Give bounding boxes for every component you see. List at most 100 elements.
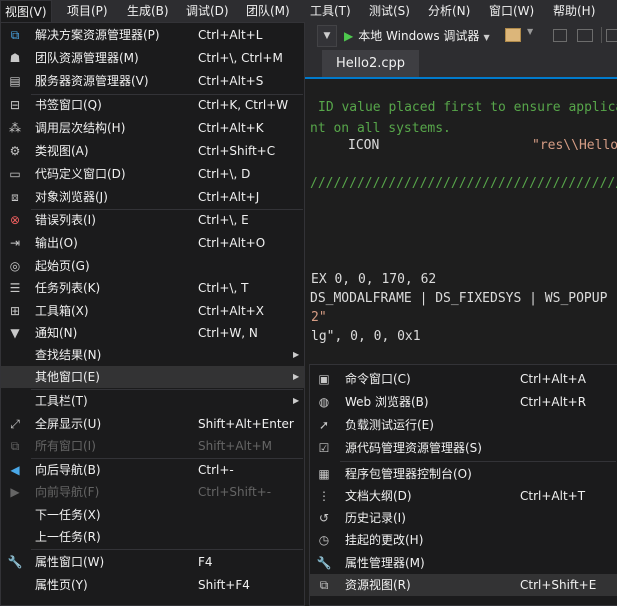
call-hierarchy-icon: ⁂ — [9, 121, 21, 135]
other-windows-submenu: ▣ 命令窗口(C) Ctrl+Alt+A ◍ Web 浏览器(B) Ctrl+A… — [309, 364, 617, 606]
notification-icon: ▼ — [10, 326, 20, 340]
code-line: 2" — [311, 310, 327, 325]
menu-item-output[interactable]: ⇥ 输出(O) Ctrl+Alt+O — [1, 232, 304, 254]
submenu-item-document-outline[interactable]: ⋮ 文档大纲(D) Ctrl+Alt+T — [310, 485, 617, 507]
menu-item-start-page[interactable]: ◎ 起始页(G) — [1, 255, 304, 277]
menu-item-all-windows: ⧉ 所有窗口(I) Shift+Alt+M — [1, 435, 304, 457]
navigate-forward-icon: ▶ — [10, 485, 20, 499]
history-icon: ↺ — [318, 511, 330, 525]
class-view-icon: ⚙ — [9, 144, 21, 158]
chevron-right-icon: ▶ — [293, 372, 300, 381]
pending-changes-icon: ◷ — [318, 533, 330, 547]
submenu-item-load-test[interactable]: ➚ 负载测试运行(E) — [310, 414, 617, 436]
toolbox-icon: ⊞ — [9, 304, 21, 318]
menu-item-previous-task[interactable]: 上一任务(R) — [1, 526, 304, 548]
load-test-icon: ➚ — [318, 418, 330, 432]
menu-separator — [340, 461, 616, 462]
code-line: DS_MODALFRAME | DS_FIXEDSYS | WS_POPUP | — [310, 291, 617, 306]
menu-help[interactable]: 帮助(H) — [549, 0, 599, 22]
code-line: ICON — [348, 138, 380, 153]
error-list-icon: ⊗ — [9, 213, 21, 227]
code-line: ////////////////////////////////////////… — [310, 176, 617, 191]
view-menu-dropdown: ⧉ 解决方案资源管理器(P) Ctrl+Alt+L ☗ 团队资源管理器(M) C… — [0, 22, 305, 606]
menu-team[interactable]: 团队(M) — [242, 0, 294, 22]
menu-item-find-results[interactable]: 查找结果(N) ▶ — [1, 344, 304, 366]
menu-item-call-hierarchy[interactable]: ⁂ 调用层次结构(H) Ctrl+Alt+K — [1, 117, 304, 139]
chevron-down-icon: ▼ — [323, 31, 331, 41]
menu-item-toolbox[interactable]: ⊞ 工具箱(X) Ctrl+Alt+X — [1, 300, 304, 322]
menu-item-full-screen[interactable]: ⤢ 全屏显示(U) Shift+Alt+Enter — [1, 413, 304, 435]
chevron-right-icon: ▶ — [293, 396, 300, 405]
menu-debug[interactable]: 调试(D) — [182, 0, 233, 22]
menu-item-next-task[interactable]: 下一任务(X) — [1, 504, 304, 526]
folder-icon[interactable] — [505, 28, 521, 42]
run-debugger-button[interactable]: ▶ 本地 Windows 调试器 ▼ — [344, 25, 490, 47]
menu-test[interactable]: 测试(S) — [365, 0, 414, 22]
menu-item-task-list[interactable]: ☰ 任务列表(K) Ctrl+\, T — [1, 277, 304, 299]
submenu-item-source-control[interactable]: ☑ 源代码管理资源管理器(S) — [310, 437, 617, 459]
code-definition-icon: ▭ — [9, 167, 21, 181]
menu-analyze[interactable]: 分析(N) — [424, 0, 474, 22]
submenu-item-history[interactable]: ↺ 历史记录(I) — [310, 507, 617, 529]
menu-view[interactable]: 视图(V) — [0, 0, 52, 22]
menu-item-toolbars[interactable]: 工具栏(T) ▶ — [1, 390, 304, 412]
toolbar-separator — [601, 27, 602, 43]
menu-window[interactable]: 窗口(W) — [485, 0, 538, 22]
property-window-icon: 🔧 — [7, 555, 23, 569]
menu-item-navigate-back[interactable]: ◀ 向后导航(B) Ctrl+- — [1, 459, 304, 481]
menu-item-solution-explorer[interactable]: ⧉ 解决方案资源管理器(P) Ctrl+Alt+L — [1, 24, 304, 46]
resource-view-icon: ⧉ — [319, 578, 329, 592]
server-explorer-icon: ▤ — [9, 74, 21, 88]
menu-item-server-explorer[interactable]: ▤ 服务器资源管理器(V) Ctrl+Alt+S — [1, 70, 304, 92]
menu-build[interactable]: 生成(B) — [123, 0, 173, 22]
menu-project[interactable]: 项目(P) — [63, 0, 112, 22]
menu-item-code-definition[interactable]: ▭ 代码定义窗口(D) Ctrl+\, D — [1, 163, 304, 185]
command-window-icon: ▣ — [318, 372, 330, 386]
breakpoint-icon[interactable] — [553, 29, 567, 42]
chevron-right-icon: ▶ — [293, 350, 300, 359]
submenu-item-web-browser[interactable]: ◍ Web 浏览器(B) Ctrl+Alt+R — [310, 391, 617, 413]
tab-hello2-cpp[interactable]: Hello2.cpp — [322, 50, 420, 77]
solution-explorer-icon: ⧉ — [10, 28, 20, 42]
menu-bar: 视图(V) 项目(P) 生成(B) 调试(D) 团队(M) 工具(T) 测试(S… — [0, 0, 617, 22]
code-line: EX 0, 0, 170, 62 — [311, 272, 437, 287]
submenu-item-property-manager[interactable]: 🔧 属性管理器(M) — [310, 552, 617, 574]
team-explorer-icon: ☗ — [9, 51, 21, 65]
full-screen-icon: ⤢ — [10, 417, 20, 431]
source-control-icon: ☑ — [318, 441, 330, 455]
bookmark-window-icon: ⊟ — [9, 98, 21, 112]
property-manager-icon: 🔧 — [316, 556, 332, 570]
web-browser-icon: ◍ — [318, 395, 330, 409]
document-outline-icon: ⋮ — [318, 489, 330, 503]
submenu-item-command-window[interactable]: ▣ 命令窗口(C) Ctrl+Alt+A — [310, 368, 617, 390]
output-icon: ⇥ — [9, 236, 21, 250]
navigate-back-icon: ◀ — [10, 463, 20, 477]
code-line: lg", 0, 0, 0x1 — [311, 329, 421, 344]
submenu-item-pending-changes[interactable]: ◷ 挂起的更改(H) — [310, 529, 617, 551]
menu-item-team-explorer[interactable]: ☗ 团队资源管理器(M) Ctrl+\, Ctrl+M — [1, 47, 304, 69]
menu-item-class-view[interactable]: ⚙ 类视图(A) Ctrl+Shift+C — [1, 140, 304, 162]
task-list-icon: ☰ — [9, 281, 21, 295]
menu-item-property-window[interactable]: 🔧 属性窗口(W) F4 — [1, 551, 304, 573]
menu-item-object-browser[interactable]: ⧈ 对象浏览器(J) Ctrl+Alt+J — [1, 186, 304, 208]
menu-item-bookmark-window[interactable]: ⊟ 书签窗口(Q) Ctrl+K, Ctrl+W — [1, 94, 304, 116]
package-manager-icon: ▦ — [318, 467, 330, 481]
window-icon[interactable] — [577, 29, 593, 42]
object-browser-icon: ⧈ — [11, 190, 19, 204]
play-icon: ▶ — [344, 29, 354, 43]
code-line: ID value placed first to ensure applica — [318, 100, 617, 115]
menu-item-property-pages[interactable]: 属性页(Y) Shift+F4 — [1, 574, 304, 596]
chevron-down-icon[interactable]: ▼ — [527, 27, 533, 36]
menu-tools[interactable]: 工具(T) — [306, 0, 355, 22]
submenu-item-resource-view[interactable]: ⧉ 资源视图(R) Ctrl+Shift+E — [310, 574, 617, 596]
menu-item-notifications[interactable]: ▼ 通知(N) Ctrl+W, N — [1, 322, 304, 344]
run-label: 本地 Windows 调试器 — [358, 29, 480, 43]
toolbar-dropdown[interactable]: ▼ — [317, 25, 337, 47]
menu-separator — [31, 549, 303, 550]
menu-item-other-windows[interactable]: 其他窗口(E) ▶ — [1, 366, 304, 388]
submenu-item-package-manager[interactable]: ▦ 程序包管理器控制台(O) — [310, 463, 617, 485]
menu-item-error-list[interactable]: ⊗ 错误列表(I) Ctrl+\, E — [1, 209, 304, 231]
code-line: nt on all systems. — [310, 121, 451, 136]
align-icon[interactable] — [606, 29, 617, 42]
menu-item-navigate-forward: ▶ 向前导航(F) Ctrl+Shift+- — [1, 481, 304, 503]
